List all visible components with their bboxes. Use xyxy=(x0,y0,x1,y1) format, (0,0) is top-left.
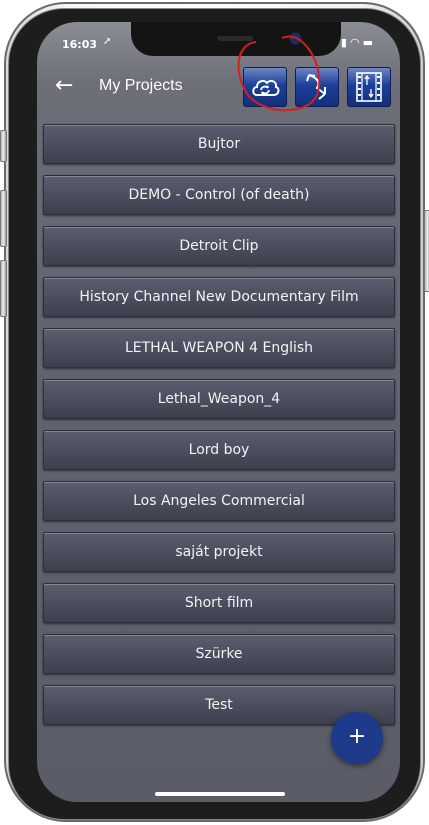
project-item[interactable]: History Channel New Documentary Film xyxy=(43,277,395,317)
wifi-icon: ◠ xyxy=(349,36,363,49)
add-project-button[interactable]: + xyxy=(331,712,383,764)
cloud-sync-button[interactable] xyxy=(243,67,287,107)
page: 16:03 ➚ ▮◠▬ ← My Projects Bujtor DEMO - … xyxy=(0,0,429,825)
battery-icon: ▬ xyxy=(362,36,376,49)
volume-up-button xyxy=(0,190,7,247)
direction-button[interactable] xyxy=(295,67,339,107)
app-header: ← My Projects xyxy=(37,62,400,118)
power-button xyxy=(424,210,429,292)
speaker xyxy=(217,36,253,41)
project-item[interactable]: Lethal_Weapon_4 xyxy=(43,379,395,419)
film-sort-icon xyxy=(356,72,382,102)
arrow-left-icon: ← xyxy=(55,73,74,98)
project-item[interactable]: Detroit Clip xyxy=(43,226,395,266)
cloud-sync-icon xyxy=(252,79,280,96)
signal-icon: ▮ xyxy=(340,36,350,49)
project-list: Bujtor DEMO - Control (of death) Detroit… xyxy=(43,124,395,736)
project-item[interactable]: DEMO - Control (of death) xyxy=(43,175,395,215)
project-item[interactable]: LETHAL WEAPON 4 English xyxy=(43,328,395,368)
direction-arrows-icon xyxy=(306,74,326,100)
back-button[interactable]: ← xyxy=(55,74,79,98)
location-arrow-icon: ➚ xyxy=(103,36,112,47)
mute-switch xyxy=(0,130,7,162)
project-item[interactable]: Lord boy xyxy=(43,430,395,470)
film-sort-button[interactable] xyxy=(347,67,391,107)
status-time: 16:03 xyxy=(62,38,98,51)
project-item[interactable]: saját projekt xyxy=(43,532,395,572)
home-indicator xyxy=(155,792,285,796)
screen: 16:03 ➚ ▮◠▬ ← My Projects Bujtor DEMO - … xyxy=(37,22,400,802)
project-item[interactable]: Los Angeles Commercial xyxy=(43,481,395,521)
camera xyxy=(291,34,300,43)
project-item[interactable]: Short film xyxy=(43,583,395,623)
project-item[interactable]: Bujtor xyxy=(43,124,395,164)
status-icons: ▮◠▬ xyxy=(341,36,376,49)
plus-icon: + xyxy=(347,724,367,749)
notch xyxy=(131,22,341,56)
project-item[interactable]: Szürke xyxy=(43,634,395,674)
volume-down-button xyxy=(0,260,7,317)
page-title: My Projects xyxy=(99,77,183,94)
